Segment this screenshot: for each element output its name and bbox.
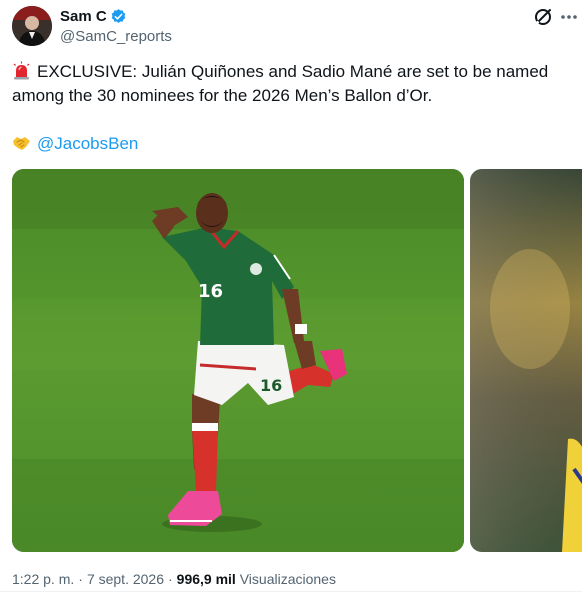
handshake-emoji-icon (12, 133, 31, 152)
handle[interactable]: @SamC_reports (60, 28, 172, 46)
tweet-text: EXCLUSIVE: Julián Quiñones and Sadio Man… (12, 60, 572, 108)
display-name-row: Sam C (60, 6, 172, 26)
media-image-main[interactable]: 16 16 (12, 169, 464, 552)
meta-separator: · (78, 571, 83, 587)
media-image-second[interactable] (470, 169, 582, 552)
mention-link[interactable]: @JacobsBen (37, 134, 138, 153)
shorts-number: 16 (260, 376, 282, 395)
tweet-time-link[interactable]: 1:22 p. m. · 7 sept. 2026 (12, 571, 164, 587)
tweet-meta: 1:22 p. m. · 7 sept. 2026 · 996,9 mil Visual… (12, 569, 336, 589)
tweet: Sam C @SamC_reports EXCLUSIVE: Julián Qu… (0, 0, 582, 592)
views-count: 996,9 mil (176, 571, 236, 587)
tweet-text-line-1-text: EXCLUSIVE: Julián Quiñones and Sadio Man… (37, 62, 549, 81)
avatar[interactable] (12, 6, 52, 46)
mention-row: @JacobsBen (12, 132, 138, 156)
verified-badge-icon (110, 8, 127, 25)
jersey-number: 16 (198, 281, 223, 302)
grok-icon[interactable] (532, 6, 554, 28)
siren-emoji-icon (12, 61, 31, 80)
meta-separator: · (168, 571, 173, 587)
more-options-icon[interactable] (559, 6, 579, 28)
views-label: Visualizaciones (239, 571, 336, 587)
tweet-text-line-1: EXCLUSIVE: Julián Quiñones and Sadio Man… (12, 60, 572, 84)
author-block: Sam C @SamC_reports (60, 6, 172, 46)
tweet-date: 7 sept. 2026 (86, 571, 164, 587)
display-name[interactable]: Sam C (60, 8, 107, 25)
tweet-text-line-2: among the 30 nominees for the 2026 Men’s… (12, 86, 433, 105)
tweet-time: 1:22 p. m. (12, 571, 75, 587)
